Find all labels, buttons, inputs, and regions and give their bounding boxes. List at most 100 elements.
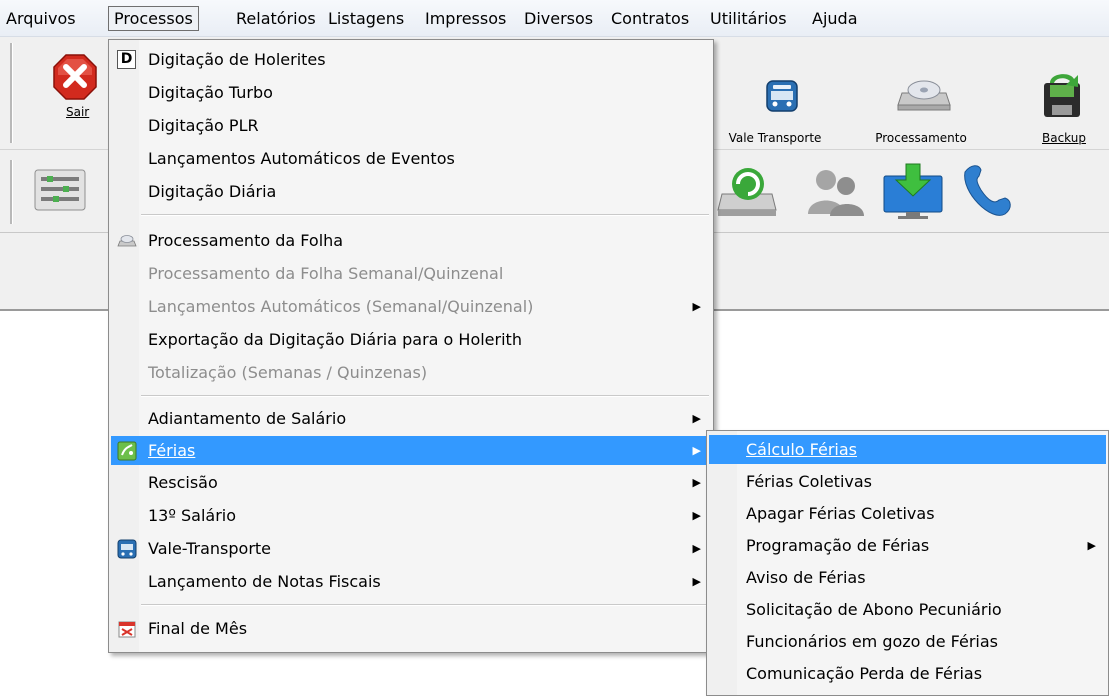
menu-item-rescisao[interactable]: Rescisão ▶ — [111, 468, 711, 497]
menu-item-label: 13º Salário — [148, 506, 237, 525]
menu-bar: Arquivos Processos Relatórios Listagens … — [0, 0, 1109, 37]
menu-item-label: Lançamentos Automáticos de Eventos — [148, 149, 455, 168]
ferias-icon — [117, 441, 137, 461]
menu-item-label: Adiantamento de Salário — [148, 409, 347, 428]
download-monitor-button[interactable] — [878, 162, 948, 222]
menu-item-ferias[interactable]: Férias ▶ — [111, 436, 711, 465]
menu-diversos[interactable]: Diversos — [520, 7, 597, 30]
menu-item-digitacao-diaria[interactable]: Digitação Diária — [111, 177, 711, 206]
menu-utilitarios[interactable]: Utilitários — [706, 7, 791, 30]
menu-item-label: Digitação Turbo — [148, 83, 273, 102]
settings-list-button[interactable] — [30, 168, 90, 218]
menu-item-label: Final de Mês — [148, 619, 248, 638]
menu-item-vale-transporte[interactable]: Vale-Transporte ▶ — [111, 534, 711, 563]
menu-listagens[interactable]: Listagens — [324, 7, 408, 30]
vale-transporte-button[interactable]: Vale Transporte — [725, 43, 825, 145]
menu-item-label: Totalização (Semanas / Quinzenas) — [148, 363, 428, 382]
menu-item-label: Lançamentos Automáticos (Semanal/Quinzen… — [148, 297, 534, 316]
submenu-arrow-icon: ▶ — [1087, 539, 1096, 552]
menu-processos[interactable]: Processos — [108, 6, 199, 31]
drive-refresh-icon — [717, 168, 777, 216]
processamento-button[interactable]: Processamento — [866, 43, 976, 145]
menu-item-label: Processamento da Folha Semanal/Quinzenal — [148, 264, 504, 283]
sair-label: Sair — [66, 105, 90, 119]
download-monitor-icon — [883, 163, 943, 219]
backup-label: Backup — [1042, 131, 1086, 145]
menu-item-label: Digitação PLR — [148, 116, 259, 135]
menu-item-13-salario[interactable]: 13º Salário ▶ — [111, 501, 711, 530]
menu-item-label: Vale-Transporte — [148, 539, 272, 558]
submenu-arrow-icon: ▶ — [692, 412, 701, 425]
menu-ajuda[interactable]: Ajuda — [808, 7, 862, 30]
menu-item-label: Funcionários em gozo de Férias — [746, 632, 998, 651]
menu-item-label: Rescisão — [148, 473, 218, 492]
menu-impressos[interactable]: Impressos — [421, 7, 510, 30]
menu-separator — [141, 214, 709, 216]
menu-item-label: Processamento da Folha — [148, 231, 344, 250]
phone-icon — [964, 165, 1011, 216]
drive-refresh-button[interactable] — [712, 164, 782, 220]
menu-item-final-mes[interactable]: Final de Mês — [111, 614, 711, 643]
ferias-submenu: Cálculo Férias Férias Coletivas Apagar F… — [706, 430, 1109, 696]
menu-item-label: Digitação de Holerites — [148, 50, 326, 69]
submenu-arrow-icon: ▶ — [692, 444, 701, 457]
menu-item-label: Aviso de Férias — [746, 568, 866, 587]
menu-item-label: Lançamento de Notas Fiscais — [148, 572, 381, 591]
menu-item-totalizacao: Totalização (Semanas / Quinzenas) — [111, 358, 711, 387]
menu-item-label: Apagar Férias Coletivas — [746, 504, 935, 523]
menu-item-label: Programação de Férias — [746, 536, 930, 555]
menu-item-notas-fiscais[interactable]: Lançamento de Notas Fiscais ▶ — [111, 567, 711, 596]
exit-icon — [53, 54, 97, 100]
bus-icon — [117, 539, 137, 559]
users-button[interactable] — [800, 166, 870, 222]
submenu-arrow-icon: ▶ — [692, 575, 701, 588]
d-letter-icon: D — [117, 50, 136, 69]
menu-item-exportacao-digitacao-diaria[interactable]: Exportação da Digitação Diária para o Ho… — [111, 325, 711, 354]
menu-item-comunicacao-perda-ferias[interactable]: Comunicação Perda de Férias — [709, 659, 1106, 688]
submenu-arrow-icon: ▶ — [692, 509, 701, 522]
menu-item-label: Cálculo Férias — [746, 440, 858, 459]
menu-item-aviso-ferias[interactable]: Aviso de Férias — [709, 563, 1106, 592]
menu-item-label: Férias — [148, 441, 196, 460]
menu-item-lancamentos-automaticos-eventos[interactable]: Lançamentos Automáticos de Eventos — [111, 144, 711, 173]
menu-item-abono-pecuniario[interactable]: Solicitação de Abono Pecuniário — [709, 595, 1106, 624]
menu-item-label: Exportação da Digitação Diária para o Ho… — [148, 330, 522, 349]
backup-icon — [1044, 74, 1080, 117]
menu-item-label: Férias Coletivas — [746, 472, 872, 491]
menu-item-label: Comunicação Perda de Férias — [746, 664, 983, 683]
menu-item-funcionarios-gozo-ferias[interactable]: Funcionários em gozo de Férias — [709, 627, 1106, 656]
backup-button[interactable]: Backup — [1024, 43, 1104, 145]
menu-item-label: Digitação Diária — [148, 182, 277, 201]
menu-separator — [141, 604, 709, 606]
menu-item-digitacao-plr[interactable]: Digitação PLR — [111, 111, 711, 140]
vale-transporte-label: Vale Transporte — [728, 131, 822, 145]
menu-item-label: Solicitação de Abono Pecuniário — [746, 600, 1002, 619]
submenu-arrow-icon: ▶ — [692, 542, 701, 555]
menu-item-calculo-ferias[interactable]: Cálculo Férias — [709, 435, 1106, 464]
menu-separator — [141, 395, 709, 397]
menu-item-lancamentos-automaticos-semanal: Lançamentos Automáticos (Semanal/Quinzen… — [111, 292, 711, 321]
menu-item-digitacao-turbo[interactable]: Digitação Turbo — [111, 78, 711, 107]
menu-item-processamento-folha[interactable]: Processamento da Folha — [111, 226, 711, 255]
menu-relatorios[interactable]: Relatórios — [232, 7, 320, 30]
users-icon — [808, 170, 864, 216]
menu-item-apagar-ferias-coletivas[interactable]: Apagar Férias Coletivas — [709, 499, 1106, 528]
menu-item-digitacao-holerites[interactable]: D Digitação de Holerites — [111, 45, 711, 74]
toolbar-separator — [10, 160, 13, 224]
toolbar-separator — [10, 43, 13, 143]
bus-icon — [766, 80, 798, 112]
menu-item-ferias-coletivas[interactable]: Férias Coletivas — [709, 467, 1106, 496]
cd-drive-icon — [897, 80, 951, 111]
phone-button[interactable] — [955, 160, 1025, 224]
submenu-arrow-icon: ▶ — [692, 476, 701, 489]
list-settings-icon — [34, 169, 86, 211]
calendar-icon — [118, 621, 136, 638]
menu-item-programacao-ferias[interactable]: Programação de Férias ▶ — [709, 531, 1106, 560]
menu-arquivos[interactable]: Arquivos — [2, 7, 80, 30]
menu-item-adiantamento-salario[interactable]: Adiantamento de Salário ▶ — [111, 404, 711, 433]
menu-contratos[interactable]: Contratos — [607, 7, 693, 30]
submenu-arrow-icon: ▶ — [692, 300, 701, 313]
sair-button[interactable]: Sair — [48, 45, 110, 145]
menu-item-processamento-folha-semanal: Processamento da Folha Semanal/Quinzenal — [111, 259, 711, 288]
processamento-label: Processamento — [875, 131, 967, 145]
